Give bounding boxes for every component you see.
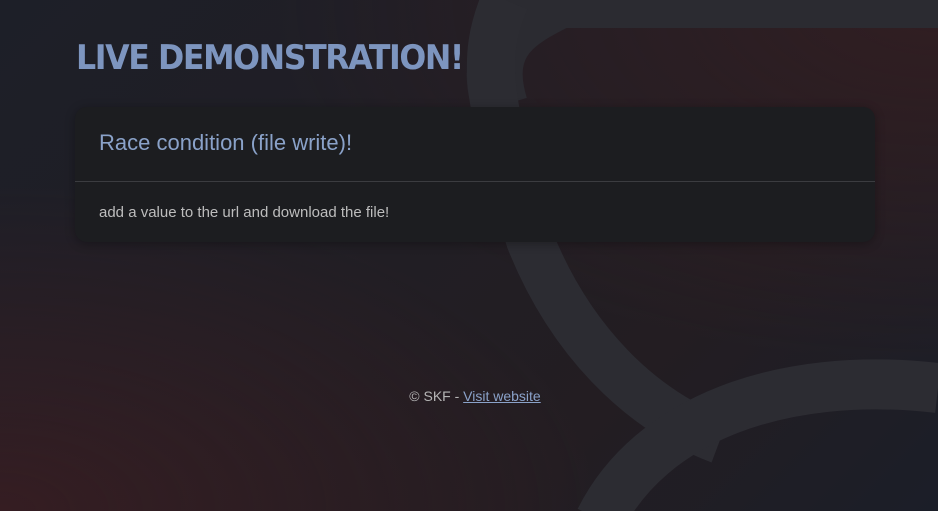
page-title: LIVE DEMONSTRATION! bbox=[76, 38, 464, 78]
challenge-card: Race condition (file write)! add a value… bbox=[75, 107, 875, 242]
card-header: Race condition (file write)! bbox=[75, 107, 875, 182]
visit-website-link[interactable]: Visit website bbox=[463, 388, 541, 404]
card-title: Race condition (file write)! bbox=[99, 130, 353, 155]
card-body: add a value to the url and download the … bbox=[75, 182, 875, 221]
page: LIVE DEMONSTRATION! Race condition (file… bbox=[0, 0, 938, 511]
footer-copyright: © SKF - bbox=[409, 388, 464, 404]
card-description: add a value to the url and download the … bbox=[99, 204, 390, 221]
footer: © SKF - Visit website bbox=[0, 388, 938, 404]
